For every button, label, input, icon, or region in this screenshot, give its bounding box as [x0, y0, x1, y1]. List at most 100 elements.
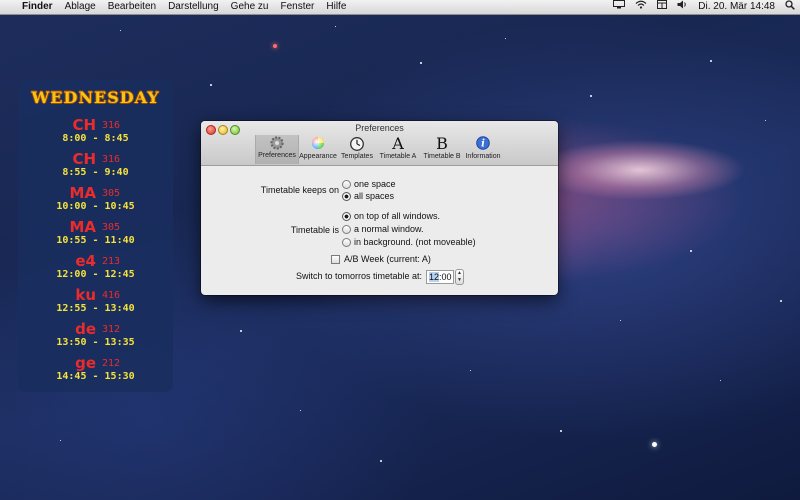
- menu-clock[interactable]: Di. 20. Mär 14:48: [693, 0, 780, 14]
- tab-label: Appearance: [299, 153, 337, 160]
- tab-appearance[interactable]: Appearance: [297, 136, 339, 164]
- timetable-widget[interactable]: WEDNESDAY CH 316 8:00 - 8:45 CH 316 8:55…: [18, 80, 173, 392]
- lesson-entry: MA 305 10:55 - 11:40: [18, 218, 173, 252]
- checkbox[interactable]: [331, 254, 340, 264]
- keeps-on-label: Timetable keeps on: [260, 185, 339, 195]
- radio-label: a normal window.: [354, 224, 424, 234]
- color-wheel-icon: [297, 136, 339, 152]
- star: [300, 410, 301, 411]
- star: [120, 30, 121, 31]
- lesson-time: 14:45 - 15:30: [56, 371, 135, 382]
- tab-timetable-b[interactable]: B Timetable B: [421, 136, 463, 164]
- radio-label: all spaces: [354, 191, 395, 201]
- checkbox-label: A/B Week (current: A): [344, 254, 431, 264]
- tab-label: Preferences: [258, 152, 296, 159]
- tab-label: Timetable A: [379, 153, 417, 160]
- lesson-subject: de: [75, 320, 96, 338]
- switch-time-hours[interactable]: 12: [429, 272, 440, 282]
- tab-information[interactable]: i Information: [463, 136, 503, 164]
- lesson-subject: MA: [69, 218, 96, 236]
- lesson-entry: CH 316 8:00 - 8:45: [18, 116, 173, 150]
- lesson-time: 8:00 - 8:45: [62, 133, 129, 144]
- lesson-subject: CH: [72, 150, 96, 168]
- volume-icon[interactable]: [672, 0, 693, 14]
- time-stepper[interactable]: ▲ ▼: [455, 269, 464, 285]
- lesson-room: 305: [102, 188, 121, 199]
- radio-label: in background. (not moveable): [354, 237, 476, 247]
- radio-button[interactable]: [342, 237, 351, 247]
- widget-day-title: WEDNESDAY: [31, 88, 160, 107]
- star: [240, 330, 242, 332]
- lesson-subject: ku: [75, 286, 96, 304]
- star: [505, 38, 506, 39]
- lesson-room: 312: [102, 324, 121, 335]
- menu-fenster[interactable]: Fenster: [274, 0, 320, 14]
- radio-normal-window[interactable]: a normal window.: [342, 224, 424, 234]
- svg-text:i: i: [481, 139, 485, 150]
- menu-ablage[interactable]: Ablage: [59, 0, 102, 14]
- radio-on-top[interactable]: on top of all windows.: [342, 211, 440, 221]
- lesson-room: 316: [102, 154, 121, 165]
- lesson-room: 212: [102, 358, 121, 369]
- radio-button[interactable]: [342, 179, 351, 189]
- window-title: Preferences: [355, 123, 404, 133]
- spotlight-search-icon[interactable]: [780, 0, 800, 15]
- star: [780, 300, 782, 302]
- menu-gehe-zu[interactable]: Gehe zu: [225, 0, 275, 14]
- radio-button[interactable]: [342, 211, 351, 221]
- letter-a-icon: A: [392, 134, 404, 153]
- timetable-icon[interactable]: [652, 0, 672, 14]
- lesson-subject: CH: [72, 116, 96, 134]
- lesson-entry: de 312 13:50 - 13:35: [18, 320, 173, 354]
- display-icon[interactable]: [608, 0, 630, 14]
- radio-button[interactable]: [342, 191, 351, 201]
- radio-background[interactable]: in background. (not moveable): [342, 237, 476, 247]
- radio-button[interactable]: [342, 224, 351, 234]
- star: [335, 26, 336, 27]
- lesson-entry: ge 212 14:45 - 15:30: [18, 354, 173, 388]
- star: [720, 380, 721, 381]
- radio-one-space[interactable]: one space: [342, 179, 396, 189]
- preferences-window: Preferences Preferences Appearance Templ…: [201, 121, 558, 295]
- star: [765, 120, 766, 121]
- lesson-time: 12:55 - 13:40: [56, 303, 135, 314]
- tab-templates[interactable]: Templates: [339, 136, 375, 164]
- star: [420, 62, 422, 64]
- tab-label: Timetable B: [423, 153, 461, 160]
- switch-time-minutes[interactable]: 00: [442, 272, 452, 282]
- info-icon: i: [463, 136, 503, 152]
- tab-label: Information: [465, 153, 501, 160]
- switch-time-field[interactable]: 12:00: [426, 270, 454, 284]
- tab-preferences[interactable]: Preferences: [255, 135, 299, 164]
- menu-app-name[interactable]: Finder: [16, 0, 59, 14]
- lesson-entry: MA 305 10:00 - 10:45: [18, 184, 173, 218]
- stepper-down-icon[interactable]: ▼: [456, 277, 463, 284]
- wifi-icon[interactable]: [630, 0, 652, 14]
- lesson-time: 10:55 - 11:40: [56, 235, 135, 246]
- menu-bar: Finder Ablage Bearbeiten Darstellung Geh…: [0, 0, 800, 15]
- stepper-up-icon[interactable]: ▲: [456, 270, 463, 277]
- lesson-room: 213: [102, 256, 121, 267]
- gear-icon: [256, 135, 298, 151]
- star: [380, 460, 382, 462]
- menu-bearbeiten[interactable]: Bearbeiten: [102, 0, 162, 14]
- lesson-time: 10:00 - 10:45: [56, 201, 135, 212]
- tab-timetable-a[interactable]: A Timetable A: [377, 136, 419, 164]
- lesson-subject: e4: [75, 252, 96, 270]
- lesson-room: 416: [102, 290, 121, 301]
- radio-label: one space: [354, 179, 396, 189]
- star: [210, 84, 212, 86]
- radio-label: on top of all windows.: [354, 211, 441, 221]
- star: [620, 320, 621, 321]
- switch-time-label: Switch to tomorros timetable at:: [295, 271, 422, 281]
- lesson-subject: MA: [69, 184, 96, 202]
- star: [60, 440, 61, 441]
- window-titlebar[interactable]: Preferences Preferences Appearance Templ…: [201, 121, 558, 166]
- radio-all-spaces[interactable]: all spaces: [342, 191, 394, 201]
- menu-hilfe[interactable]: Hilfe: [320, 0, 352, 14]
- lesson-entry: e4 213 12:00 - 12:45: [18, 252, 173, 286]
- star: [690, 250, 692, 252]
- lesson-entry: ku 416 12:55 - 13:40: [18, 286, 173, 320]
- menu-darstellung[interactable]: Darstellung: [162, 0, 225, 14]
- ab-week-checkbox[interactable]: A/B Week (current: A): [331, 254, 431, 264]
